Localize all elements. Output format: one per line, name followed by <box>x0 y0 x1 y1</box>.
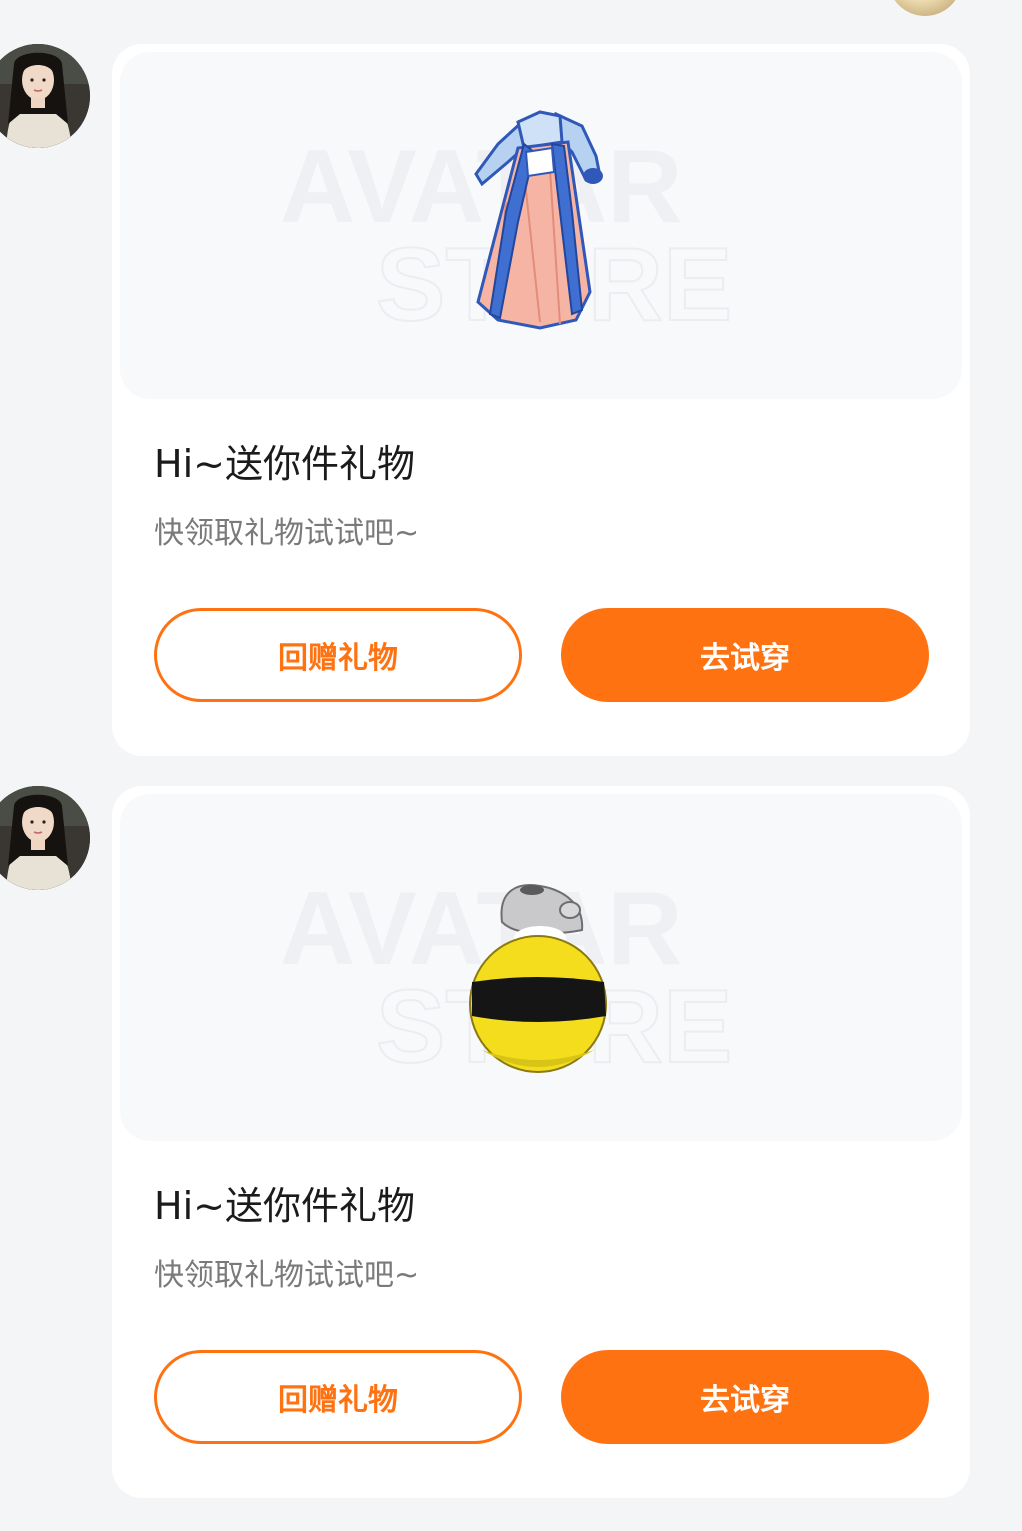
try-on-button[interactable]: 去试穿 <box>561 608 929 702</box>
hanfu-dress-icon <box>474 110 603 330</box>
gift-preview[interactable]: AVATAR STORE <box>120 794 962 1141</box>
gift-subtitle: 快领取礼物试试吧~ <box>154 516 420 551</box>
gift-title: Hi~送你件礼物 <box>154 442 415 486</box>
return-gift-button[interactable]: 回赠礼物 <box>154 1350 522 1444</box>
sender-avatar[interactable] <box>0 44 90 148</box>
try-on-button[interactable]: 去试穿 <box>561 1350 929 1444</box>
peer-avatar[interactable] <box>888 0 962 16</box>
gift-title: Hi~送你件礼物 <box>154 1184 415 1228</box>
gift-card: AVATAR STORE Hi~送你件礼物 快领取礼物试试吧~ 回赠礼物 去试穿 <box>112 786 970 1498</box>
gift-preview[interactable]: AVATAR STORE <box>120 52 962 399</box>
sender-avatar[interactable] <box>0 786 90 890</box>
bee-costume-icon <box>469 884 607 1073</box>
gift-subtitle: 快领取礼物试试吧~ <box>154 1258 420 1293</box>
return-gift-button[interactable]: 回赠礼物 <box>154 608 522 702</box>
gift-card: AVATAR STORE Hi~送你件礼物 快 <box>112 44 970 756</box>
